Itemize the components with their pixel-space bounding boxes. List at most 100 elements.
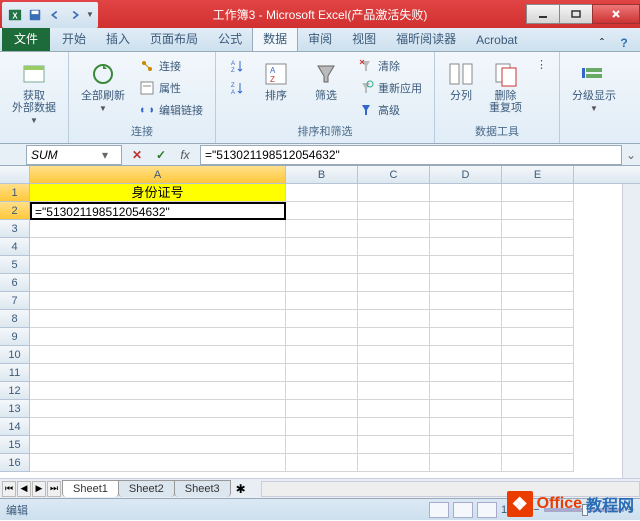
column-header-B[interactable]: B [286,166,358,183]
tab-pagelayout[interactable]: 页面布局 [140,26,208,51]
row-header[interactable]: 1 [0,184,30,202]
help-icon[interactable]: ? [616,35,632,51]
cell[interactable] [286,220,358,238]
cell[interactable] [286,238,358,256]
sort-button[interactable]: AZ 排序 [254,56,298,106]
row-header[interactable]: 4 [0,238,30,256]
cell[interactable] [430,310,502,328]
cell[interactable] [30,346,286,364]
cell[interactable] [502,310,574,328]
cell[interactable] [358,364,430,382]
sort-asc-button[interactable]: AZ [224,56,248,76]
tab-data[interactable]: 数据 [252,25,298,51]
reapply-button[interactable]: 重新应用 [354,78,426,98]
outline-button[interactable]: 分级显示 ▼ [568,56,620,117]
cell[interactable] [358,436,430,454]
cell[interactable]: 身份证号 [30,184,286,202]
row-header[interactable]: 10 [0,346,30,364]
cell[interactable] [358,274,430,292]
row-header[interactable]: 7 [0,292,30,310]
cell[interactable] [30,238,286,256]
cell[interactable] [502,184,574,202]
select-all-corner[interactable] [0,166,30,183]
cell[interactable] [430,274,502,292]
page-break-view-icon[interactable] [477,502,497,518]
cell[interactable] [502,202,574,220]
row-header[interactable]: 5 [0,256,30,274]
tab-acrobat[interactable]: Acrobat [466,29,527,51]
excel-icon[interactable]: X [6,6,24,24]
refresh-all-button[interactable]: 全部刷新 ▼ [77,56,129,117]
cell[interactable]: ="513021198512054632" [30,202,286,220]
cell[interactable] [430,292,502,310]
row-header[interactable]: 15 [0,436,30,454]
cell[interactable] [430,454,502,472]
cell[interactable] [358,202,430,220]
cell[interactable] [502,436,574,454]
cell[interactable] [30,292,286,310]
minimize-ribbon-icon[interactable]: ˆ [594,35,610,51]
cell[interactable] [430,184,502,202]
formula-input[interactable] [200,145,622,165]
row-header[interactable]: 12 [0,382,30,400]
sheet-tab-3[interactable]: Sheet3 [174,480,231,497]
cell[interactable] [502,256,574,274]
cell[interactable] [286,436,358,454]
fx-icon[interactable]: fx [176,146,194,164]
get-external-data-button[interactable]: 获取 外部数据 ▼ [8,56,60,129]
cell[interactable] [30,364,286,382]
cell[interactable] [358,184,430,202]
enter-icon[interactable]: ✓ [152,146,170,164]
cell[interactable] [358,292,430,310]
cell[interactable] [30,454,286,472]
cell[interactable] [286,328,358,346]
cell[interactable] [358,382,430,400]
cell[interactable] [358,220,430,238]
name-box[interactable]: ▾ [26,145,122,165]
edit-links-button[interactable]: 编辑链接 [135,100,207,120]
cell[interactable] [286,202,358,220]
remove-duplicates-button[interactable]: 删除 重复项 [485,56,526,118]
cell[interactable] [286,184,358,202]
save-icon[interactable] [26,6,44,24]
cell[interactable] [30,328,286,346]
column-header-D[interactable]: D [430,166,502,183]
column-header-E[interactable]: E [502,166,574,183]
cancel-icon[interactable]: ✕ [128,146,146,164]
sort-desc-button[interactable]: ZA [224,78,248,98]
tab-file[interactable]: 文件 [2,26,50,51]
cell[interactable] [430,202,502,220]
tab-insert[interactable]: 插入 [96,26,140,51]
name-box-input[interactable] [27,148,97,162]
cell[interactable] [286,400,358,418]
normal-view-icon[interactable] [429,502,449,518]
cell[interactable] [286,382,358,400]
cell[interactable] [502,382,574,400]
row-header[interactable]: 9 [0,328,30,346]
cell[interactable] [286,418,358,436]
cell[interactable] [30,256,286,274]
cell[interactable] [358,310,430,328]
cell[interactable] [502,292,574,310]
row-header[interactable]: 11 [0,364,30,382]
cell[interactable] [502,274,574,292]
row-header[interactable]: 3 [0,220,30,238]
column-header-C[interactable]: C [358,166,430,183]
close-button[interactable] [592,4,640,24]
row-header[interactable]: 16 [0,454,30,472]
row-header[interactable]: 2 [0,202,30,220]
row-header[interactable]: 6 [0,274,30,292]
cell[interactable] [286,454,358,472]
cell[interactable] [286,292,358,310]
cell[interactable] [358,400,430,418]
cell[interactable] [430,400,502,418]
column-header-A[interactable]: A [30,166,286,183]
cell[interactable] [502,346,574,364]
cell[interactable] [430,328,502,346]
cell[interactable] [286,364,358,382]
cell[interactable] [358,346,430,364]
row-header[interactable]: 8 [0,310,30,328]
cell[interactable] [430,364,502,382]
tab-formulas[interactable]: 公式 [208,26,252,51]
redo-icon[interactable] [66,6,84,24]
